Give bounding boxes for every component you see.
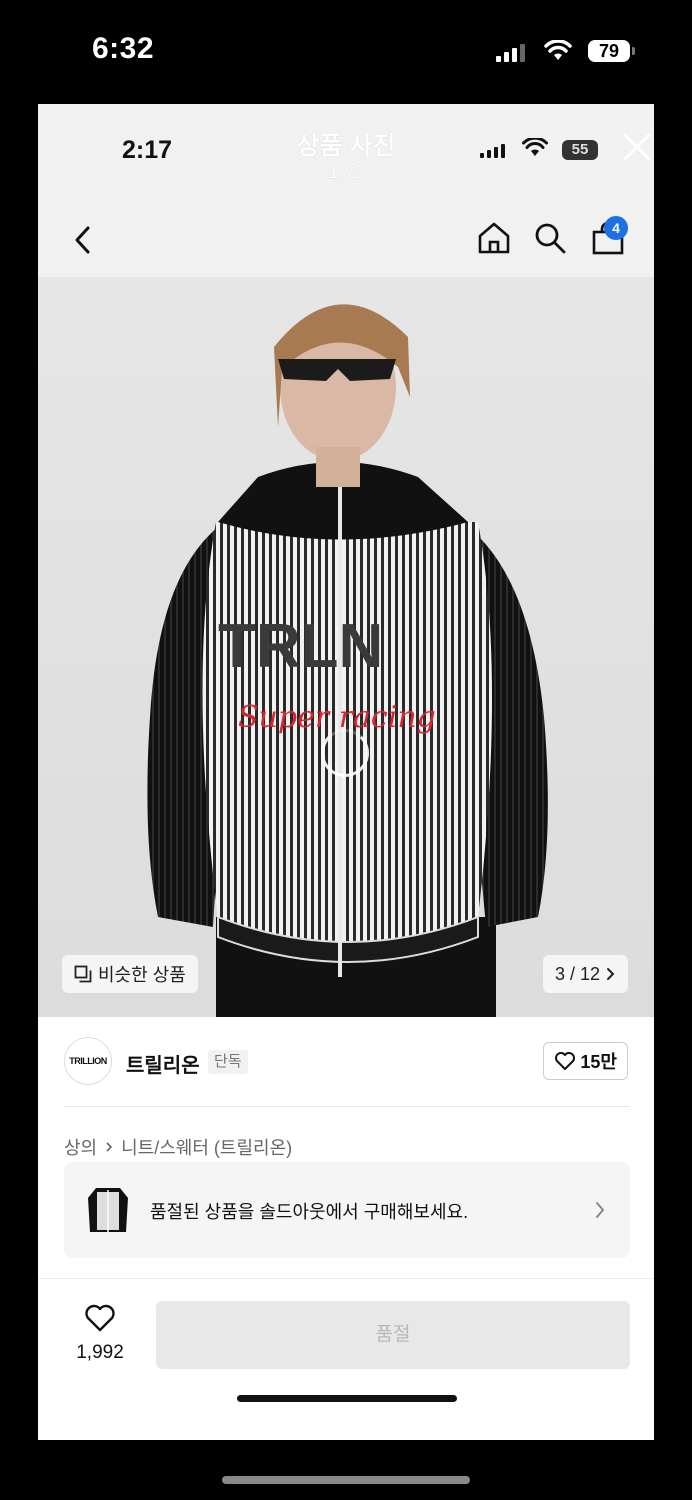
photo-viewer: 2:17 상품 사진 1 / 2 55 4 TRLN Super racing … [38,104,654,1440]
outer-status-bar: 6:32 79 [0,0,692,104]
inner-home-indicator [237,1395,457,1402]
inner-battery-indicator: 55 [562,140,598,160]
battery-indicator: 79 [588,40,635,62]
image-counter-button[interactable]: 3 / 12 [542,955,628,993]
search-icon[interactable] [532,220,568,256]
breadcrumb: 상의 니트/스웨터 (트릴리온) [64,1134,292,1160]
chevron-right-icon [596,1202,605,1218]
sweater-print-text: TRLN [218,612,383,681]
wifi-icon [544,40,572,60]
viewer-page-counter: 1 / 2 [328,162,364,182]
breadcrumb-subcategory[interactable]: 니트/스웨터 (트릴리온) [121,1134,292,1160]
similar-items-icon [74,965,92,983]
breadcrumb-chevron-icon [106,1142,113,1152]
bottom-action-bar: 1,992 품절 [38,1278,654,1440]
soldout-button[interactable]: 품절 [156,1301,630,1369]
similar-products-label: 비슷한 상품 [98,965,186,985]
loading-spinner-icon [321,729,369,777]
brand-logo[interactable]: TRILLION [64,1037,112,1085]
similar-products-button[interactable]: 비슷한 상품 [62,955,198,993]
wishlist-button[interactable]: 1,992 [68,1303,132,1364]
viewer-header: 2:17 상품 사진 1 / 2 55 4 [38,104,654,277]
product-photo: TRLN Super racing [147,304,548,1017]
brand-row: TRILLION 트릴리온 단독 15만 [38,1017,654,1107]
inner-wifi-icon [522,138,548,156]
wishlist-count: 1,992 [76,1342,124,1363]
inner-signal-icon [480,142,505,158]
breadcrumb-category[interactable]: 상의 [64,1134,97,1160]
heart-icon [85,1304,115,1332]
home-indicator[interactable] [222,1476,470,1484]
brand-like-button[interactable]: 15만 [543,1042,628,1080]
chevron-right-icon [607,968,615,980]
heart-icon [555,1052,576,1070]
back-chevron-icon[interactable] [68,222,98,258]
outer-clock: 6:32 [92,32,155,65]
brand-name[interactable]: 트릴리온 [126,1049,200,1078]
close-icon[interactable] [620,130,654,164]
exclusive-badge: 단독 [208,1050,248,1074]
home-icon[interactable] [476,220,512,256]
soldout-banner[interactable]: 품절된 상품을 솔드아웃에서 구매해보세요. [64,1162,630,1258]
cellular-signal-icon [496,42,525,62]
divider [64,1106,630,1107]
brand-like-count: 15만 [580,1052,617,1072]
image-counter-label: 3 / 12 [554,963,600,984]
product-image[interactable]: TRLN Super racing 비슷한 상품 3 / 12 [38,277,654,1017]
cart-count-badge: 4 [604,216,628,240]
banner-product-thumbnail [88,1188,128,1232]
banner-text: 품절된 상품을 솔드아웃에서 구매해보세요. [150,1202,469,1222]
